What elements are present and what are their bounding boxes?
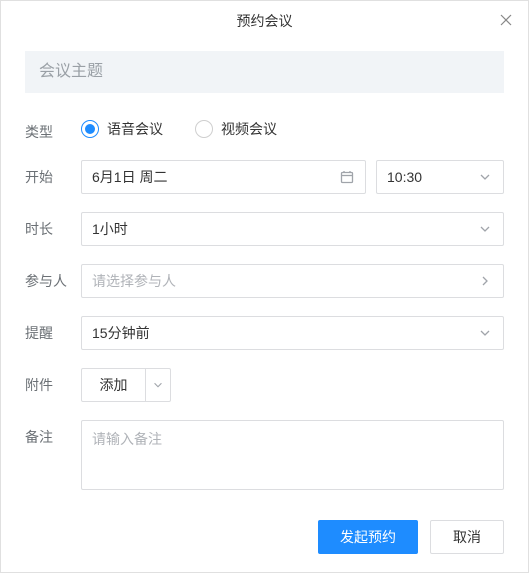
label-duration: 时长 <box>25 212 81 239</box>
add-attachment-button[interactable]: 添加 <box>81 368 171 402</box>
window-title: 预约会议 <box>237 11 293 31</box>
close-button[interactable] <box>496 11 516 31</box>
label-participants: 参与人 <box>25 264 81 291</box>
label-start: 开始 <box>25 160 81 187</box>
radio-voice-meeting[interactable]: 语音会议 <box>81 119 163 139</box>
row-type: 类型 语音会议 视频会议 <box>25 115 504 142</box>
row-remark: 备注 <box>25 420 504 490</box>
remark-input[interactable] <box>81 420 504 490</box>
reminder-select[interactable]: 15分钟前 <box>81 316 504 350</box>
titlebar: 预约会议 <box>1 1 528 41</box>
label-type: 类型 <box>25 115 81 142</box>
start-time-picker[interactable]: 10:30 <box>376 160 504 194</box>
row-reminder: 提醒 15分钟前 <box>25 316 504 350</box>
start-date-value: 6月1日 周二 <box>92 167 333 187</box>
chevron-right-icon <box>477 274 493 288</box>
label-attachment: 附件 <box>25 368 81 395</box>
cancel-button[interactable]: 取消 <box>430 520 504 554</box>
row-attachment: 附件 添加 <box>25 368 504 402</box>
row-participants: 参与人 请选择参与人 <box>25 264 504 298</box>
start-time-value: 10:30 <box>387 169 471 185</box>
participants-picker[interactable]: 请选择参与人 <box>81 264 504 298</box>
radio-video-meeting[interactable]: 视频会议 <box>195 119 277 139</box>
radio-icon <box>195 120 213 138</box>
attachment-label: 添加 <box>82 375 145 395</box>
submit-button[interactable]: 发起预约 <box>318 520 418 554</box>
radio-label: 视频会议 <box>221 119 277 139</box>
duration-value: 1小时 <box>92 219 471 239</box>
form: 类型 语音会议 视频会议 开始 6月1日 周二 <box>25 115 504 490</box>
radio-label: 语音会议 <box>107 119 163 139</box>
chevron-down-icon <box>477 326 493 340</box>
footer: 发起预约 取消 <box>318 520 504 554</box>
row-duration: 时长 1小时 <box>25 212 504 246</box>
start-date-picker[interactable]: 6月1日 周二 <box>81 160 366 194</box>
meeting-type-group: 语音会议 视频会议 <box>81 115 504 139</box>
radio-icon <box>81 120 99 138</box>
row-start: 开始 6月1日 周二 10:30 <box>25 160 504 194</box>
chevron-down-icon <box>477 170 493 184</box>
chevron-down-icon <box>146 379 170 391</box>
meeting-topic-input[interactable] <box>25 51 504 93</box>
calendar-icon <box>339 170 355 184</box>
duration-select[interactable]: 1小时 <box>81 212 504 246</box>
close-icon <box>500 13 512 29</box>
label-reminder: 提醒 <box>25 316 81 343</box>
schedule-meeting-dialog: 预约会议 类型 语音会议 视频会议 <box>0 0 529 573</box>
reminder-value: 15分钟前 <box>92 323 471 343</box>
participants-placeholder: 请选择参与人 <box>92 271 471 291</box>
dialog-body: 类型 语音会议 视频会议 开始 6月1日 周二 <box>1 41 528 490</box>
chevron-down-icon <box>477 222 493 236</box>
label-remark: 备注 <box>25 420 81 447</box>
